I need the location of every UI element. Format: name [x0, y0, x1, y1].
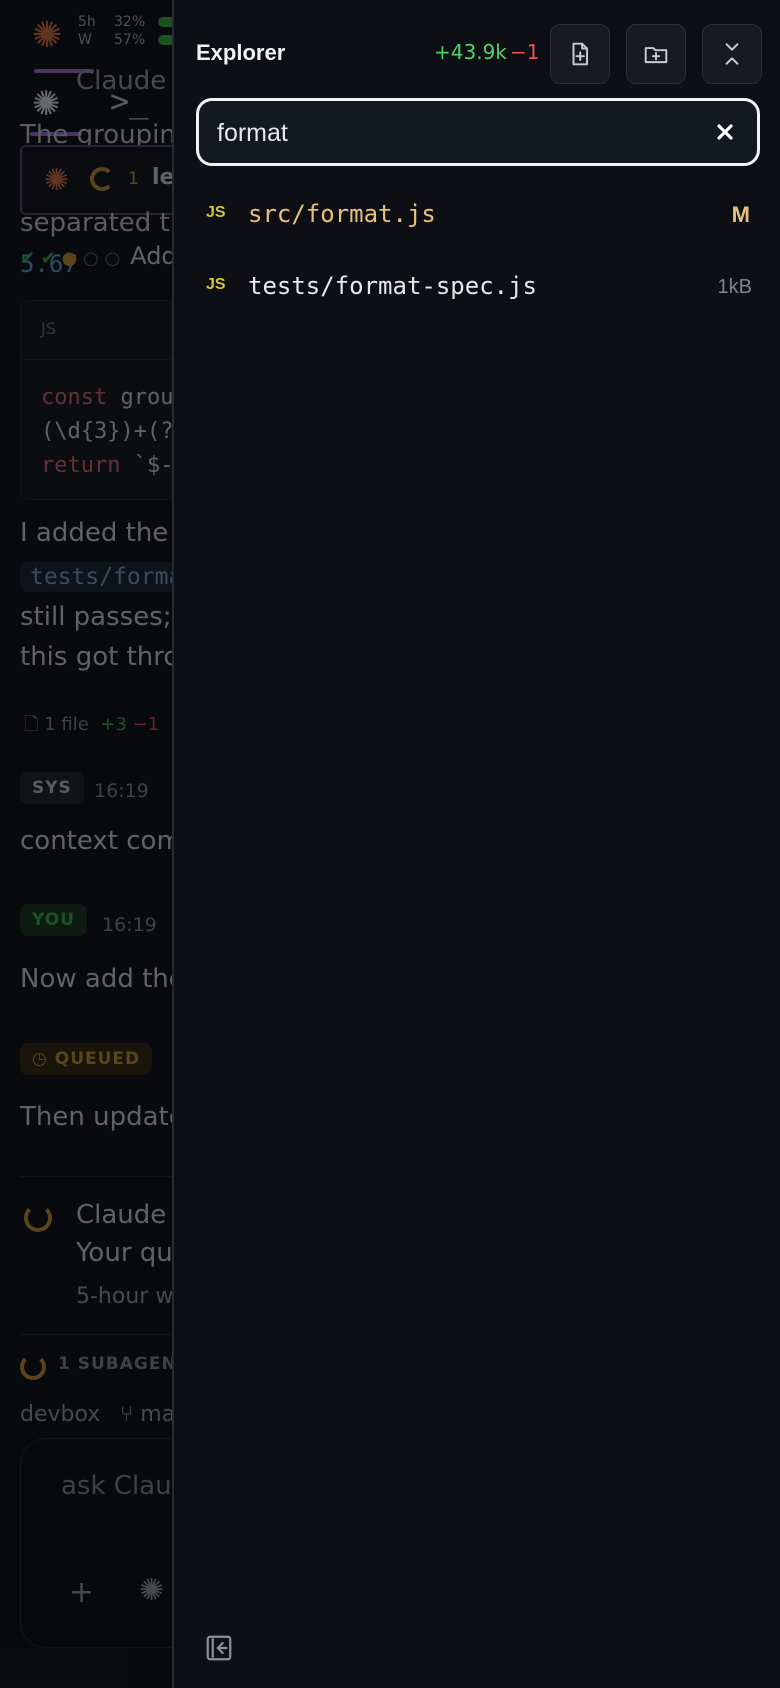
spinner-icon [24, 1204, 52, 1232]
message-text: still passes; [20, 602, 172, 632]
claude-logo-icon: ✺ [32, 15, 63, 56]
explorer-panel: Explorer +43.9k −1 JS src/format.js M JS… [172, 0, 780, 1688]
file-size: 1kB [717, 276, 752, 298]
file-path: src/format.js [248, 200, 436, 228]
prompt-placeholder: ask Claud [61, 1471, 189, 1501]
file-search-box [196, 98, 760, 166]
close-panel-button[interactable] [204, 1633, 234, 1663]
status-subtext: 5-hour w [76, 1284, 174, 1309]
message-text: Now add the [20, 964, 185, 994]
timestamp: 16:19 [102, 914, 157, 936]
message-text: Then update [20, 1102, 185, 1132]
file-search-input[interactable] [217, 113, 687, 153]
code-language: JS [41, 319, 56, 338]
you-badge: YOU [20, 904, 87, 936]
assistant-name: Claude [76, 1200, 167, 1230]
message-text: I added the [20, 518, 169, 548]
panel-collapse-icon [206, 1635, 232, 1661]
new-folder-icon [644, 47, 668, 64]
collapse-all-icon [725, 43, 739, 65]
inline-code: tests/forma [20, 562, 193, 592]
branch-label: ⑂ ma [120, 1402, 176, 1427]
explorer-title: Explorer [196, 40, 286, 65]
modified-status: M [731, 202, 750, 227]
lines-added-count: +43.9k [434, 40, 507, 64]
spinner-icon [90, 167, 114, 191]
collapse-all-button[interactable] [702, 24, 762, 84]
spinner-icon [20, 1354, 46, 1380]
subagent-label[interactable]: 1 SUBAGENT [58, 1354, 189, 1374]
claude-icon: ✺ [44, 163, 70, 198]
js-file-icon: JS [206, 276, 226, 293]
status-text: Your qu [76, 1238, 173, 1268]
file-change-summary[interactable]: 🗋 1 file +3 −1 [24, 712, 159, 742]
close-icon [717, 124, 733, 140]
message-text: separated th [20, 208, 187, 238]
file-row[interactable]: JS tests/format-spec.js 1kB [174, 260, 780, 316]
claude-mode-icon[interactable]: ✺ [139, 1573, 164, 1608]
divider [20, 1334, 180, 1335]
file-row[interactable]: JS src/format.js M [174, 188, 780, 244]
new-file-icon [572, 42, 589, 66]
divider [20, 1176, 180, 1177]
js-file-icon: JS [206, 204, 226, 221]
sys-badge: SYS [20, 772, 84, 804]
task-progress: ✔ ✔ ● ○ ○ Add [20, 242, 177, 270]
clear-search-button[interactable] [709, 116, 741, 148]
message-text: context com [20, 826, 182, 856]
new-folder-button[interactable] [626, 24, 686, 84]
host-label: devbox [20, 1402, 101, 1427]
lines-removed-count: −1 [510, 40, 540, 64]
claude-tab-icon[interactable]: ✺ [32, 84, 61, 124]
message-text: this got thro [20, 642, 180, 672]
new-file-button[interactable] [550, 24, 610, 84]
file-path: tests/format-spec.js [248, 272, 537, 300]
terminal-tab-icon[interactable]: >_ [110, 82, 149, 120]
timestamp: 16:19 [94, 780, 149, 802]
add-attachment-icon[interactable]: + [69, 1575, 94, 1610]
queued-badge: ◷ QUEUED [20, 1043, 153, 1075]
